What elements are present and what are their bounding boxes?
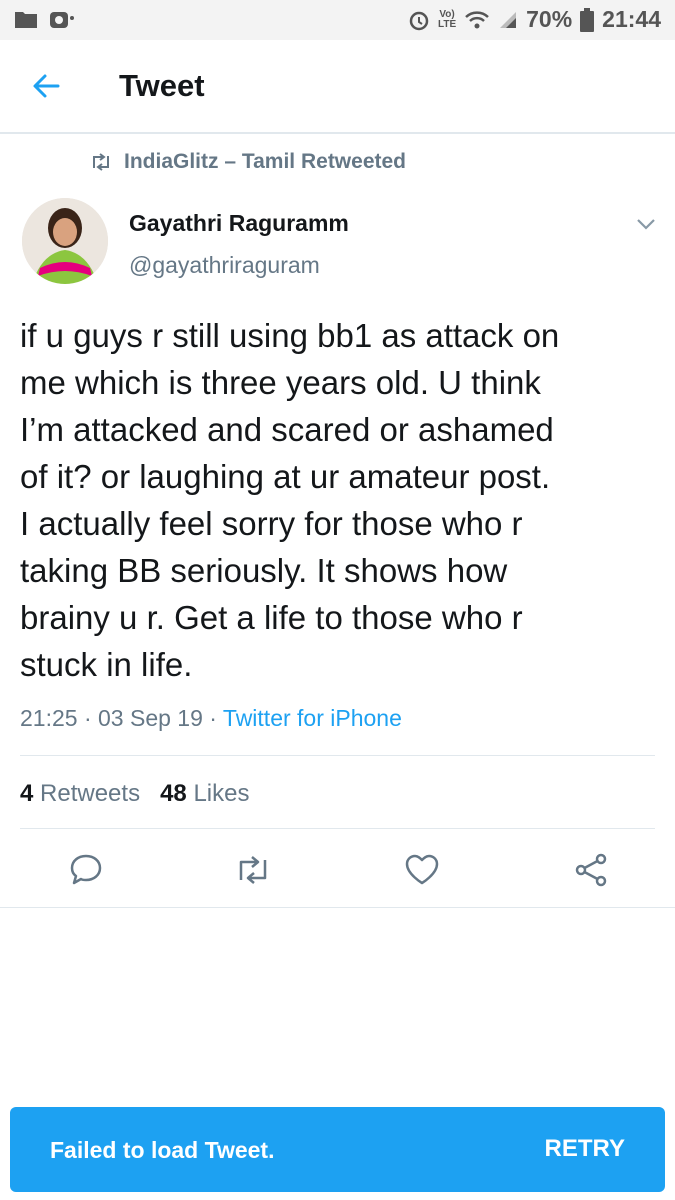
retweets-stat[interactable]: 4 Retweets	[20, 780, 140, 808]
tweet-source-link[interactable]: Twitter for iPhone	[223, 705, 402, 731]
author-name[interactable]: Gayathri Raguramm	[129, 210, 349, 237]
likes-count: 48	[160, 780, 187, 807]
meta-separator: ·	[209, 705, 223, 731]
tweet-text: if u guys r still using bb1 as attack on…	[20, 317, 560, 683]
retweet-action-icon[interactable]	[233, 850, 273, 890]
status-left-icons	[14, 8, 76, 30]
media-icon	[50, 12, 74, 28]
page-title: Tweet	[119, 68, 205, 103]
tweet-meta: 21:25 · 03 Sep 19 · Twitter for iPhone	[20, 705, 402, 732]
likes-stat[interactable]: 48 Likes	[160, 780, 249, 808]
signal-icon	[500, 11, 517, 28]
divider	[20, 755, 655, 756]
author-handle[interactable]: @gayathriraguram	[129, 252, 320, 279]
clock: 21:44	[602, 6, 661, 32]
avatar[interactable]	[22, 198, 108, 284]
avatar-image	[22, 198, 108, 284]
divider	[0, 907, 675, 908]
tweet-date: 03 Sep 19	[98, 705, 203, 731]
retweet-context-text: IndiaGlitz – Tamil Retweeted	[124, 150, 407, 173]
share-icon[interactable]	[571, 850, 611, 890]
likes-label: Likes	[193, 780, 250, 807]
folder-icon	[15, 12, 37, 28]
app-header: Tweet	[0, 40, 675, 134]
tweet-time: 21:25	[20, 705, 78, 731]
retweet-icon	[93, 153, 109, 171]
battery-icon	[580, 7, 595, 32]
wifi-icon	[465, 10, 489, 28]
alarm-icon	[409, 11, 429, 30]
tweet-action-bar	[0, 850, 675, 908]
retweets-label: Retweets	[40, 780, 141, 807]
error-toast: Failed to load Tweet. RETRY	[10, 1107, 665, 1192]
status-right: Vo) LTE 70% 21:44	[408, 6, 661, 33]
retweet-context[interactable]: IndiaGlitz – Tamil Retweeted	[90, 150, 406, 174]
battery-percent: 70%	[526, 6, 573, 32]
toast-message: Failed to load Tweet.	[50, 1137, 275, 1163]
volte-label: Vo)	[439, 8, 455, 20]
tweet-stats: 4 Retweets 48 Likes	[20, 780, 249, 808]
status-bar: Vo) LTE 70% 21:44	[0, 0, 675, 40]
chevron-down-icon[interactable]	[634, 214, 658, 234]
heart-icon[interactable]	[402, 850, 442, 890]
back-arrow-icon[interactable]	[28, 68, 64, 104]
network-type: Vo) LTE	[437, 8, 457, 30]
retweets-count: 4	[20, 780, 34, 807]
meta-separator: ·	[83, 705, 99, 731]
lte-label: LTE	[437, 18, 457, 30]
reply-icon[interactable]	[66, 850, 106, 890]
divider	[20, 828, 655, 829]
retry-button[interactable]: RETRY	[545, 1135, 625, 1163]
